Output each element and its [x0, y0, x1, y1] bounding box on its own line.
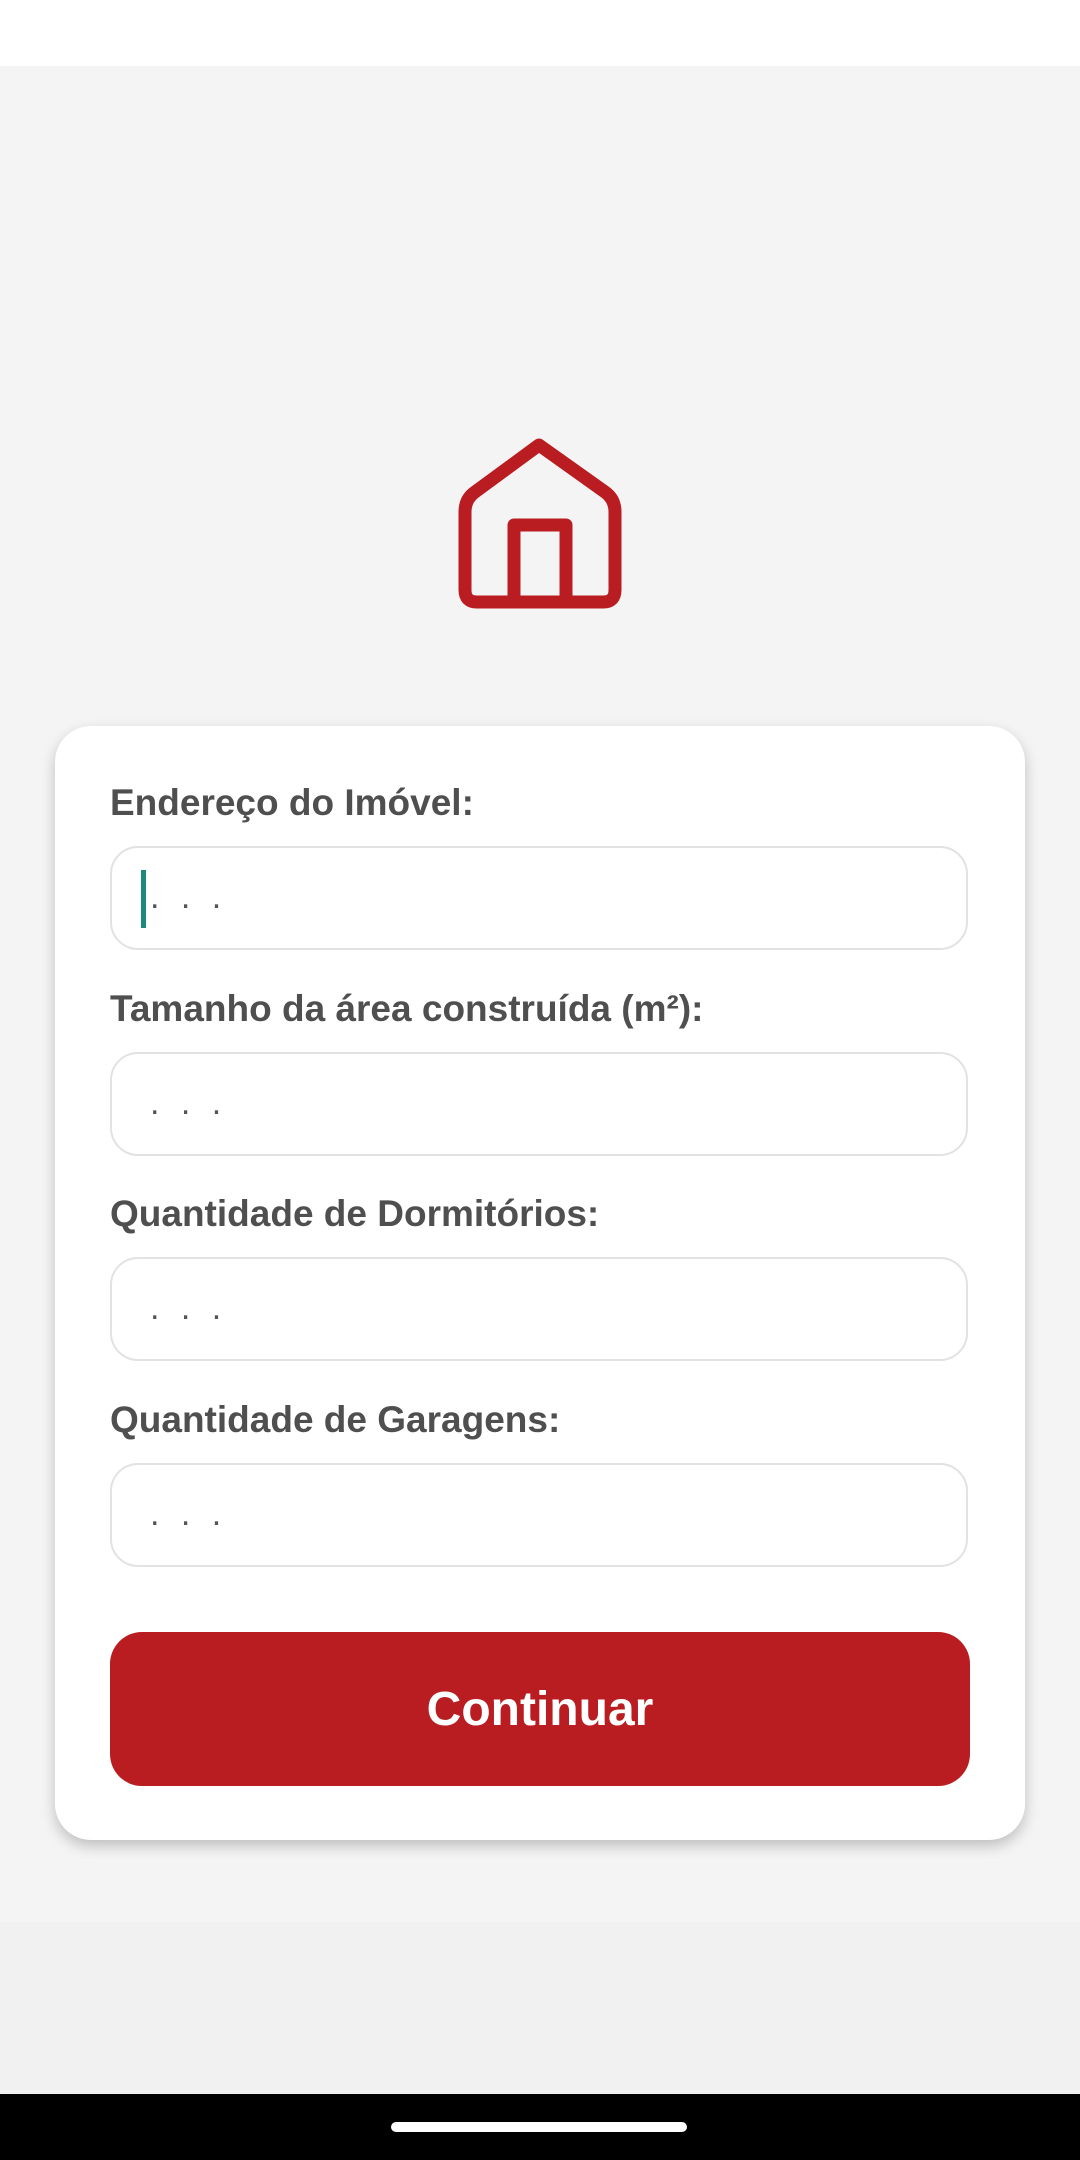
- continue-button[interactable]: Continuar: [110, 1632, 970, 1786]
- bedrooms-input[interactable]: . . .: [110, 1257, 968, 1361]
- garages-placeholder: . . .: [150, 1495, 228, 1533]
- property-form-card: Endereço do Imóvel: . . . Tamanho da áre…: [55, 726, 1025, 1840]
- built-area-placeholder: . . .: [150, 1084, 228, 1122]
- status-bar: [0, 0, 1080, 66]
- bedrooms-placeholder: . . .: [150, 1289, 228, 1327]
- address-placeholder: . . .: [150, 878, 228, 916]
- garages-input[interactable]: . . .: [110, 1463, 968, 1567]
- garages-label: Quantidade de Garagens:: [110, 1399, 561, 1440]
- home-indicator[interactable]: [391, 2122, 687, 2132]
- text-cursor: [141, 870, 146, 928]
- built-area-input[interactable]: . . .: [110, 1052, 968, 1156]
- bedrooms-label: Quantidade de Dormitórios:: [110, 1193, 600, 1234]
- app-screen: Endereço do Imóvel: . . . Tamanho da áre…: [0, 0, 1080, 2160]
- address-input[interactable]: . . .: [110, 846, 968, 950]
- bottom-background: [0, 1922, 1080, 2094]
- house-icon: [453, 430, 628, 615]
- built-area-label: Tamanho da área construída (m²):: [110, 988, 704, 1029]
- address-label: Endereço do Imóvel:: [110, 782, 474, 823]
- navigation-bar: [0, 2094, 1080, 2160]
